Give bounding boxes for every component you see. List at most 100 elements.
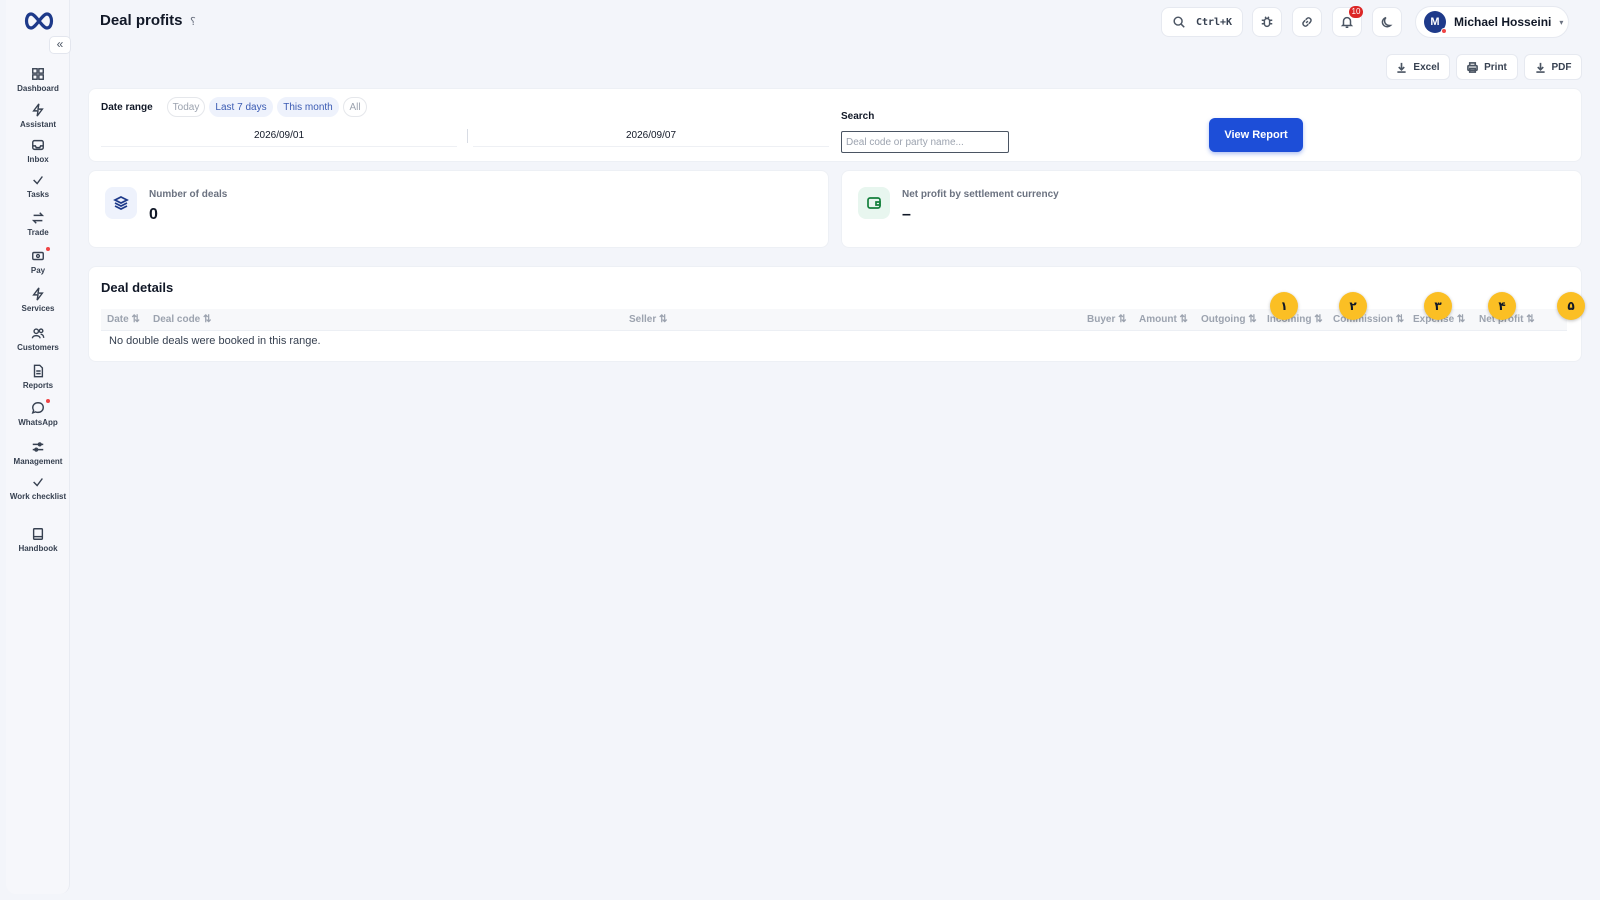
chip-all[interactable]: All: [343, 97, 367, 117]
sidebar-item-dashboard[interactable]: Dashboard: [6, 67, 70, 93]
sidebar-item-label: Reports: [22, 381, 54, 390]
step-marker-1: ١: [1270, 292, 1298, 320]
stat-card-deal-count: Number of deals 0: [88, 170, 829, 248]
search-shortcut: Ctrl+K: [1195, 16, 1233, 28]
filter-card: Date range Today Last 7 days This month …: [88, 88, 1582, 162]
column-header-seller[interactable]: Seller ⇅: [629, 314, 667, 325]
global-search-button[interactable]: Ctrl+K: [1161, 7, 1243, 37]
column-header-buyer[interactable]: Buyer ⇅: [1087, 314, 1127, 325]
download-icon: [1397, 62, 1407, 73]
column-header-date[interactable]: Date ⇅: [107, 314, 140, 325]
users-icon: [30, 326, 46, 342]
wallet-icon: [30, 247, 50, 265]
book-icon: [30, 527, 46, 543]
step-marker-5: ۵: [1557, 292, 1585, 320]
search-label: Search: [841, 111, 875, 122]
bug-report-button[interactable]: [1252, 7, 1282, 37]
search-icon: [1173, 16, 1185, 28]
date-from-input[interactable]: 2026/09/01: [101, 125, 457, 147]
sidebar-item-reports[interactable]: Reports: [6, 364, 70, 390]
sliders-icon: [30, 440, 46, 456]
chat-icon: [30, 399, 50, 417]
sidebar-item-trade[interactable]: Trade: [6, 211, 70, 237]
print-label: Print: [1484, 61, 1507, 73]
user-menu[interactable]: M Michael Hosseini ▾: [1415, 6, 1569, 38]
sidebar-item-assistant[interactable]: Assistant: [6, 103, 70, 129]
swap-icon: [30, 211, 46, 227]
user-name: Michael Hosseini: [1454, 15, 1552, 29]
check-icon: [30, 475, 46, 491]
print-button[interactable]: Print: [1456, 54, 1518, 80]
link-icon: [1302, 17, 1312, 27]
sidebar-item-label: Handbook: [18, 544, 58, 553]
sidebar-item-label: Customers: [17, 343, 59, 352]
notifications-badge: 10: [1349, 6, 1363, 18]
sidebar-item-label: Work checklist: [9, 492, 67, 501]
sidebar-item-services[interactable]: Services: [6, 287, 70, 313]
step-marker-3: ٣: [1424, 292, 1452, 320]
column-header-outgoing[interactable]: Outgoing ⇅: [1201, 314, 1257, 325]
export-pdf-label: PDF: [1551, 61, 1572, 73]
bolt-icon: [30, 287, 46, 303]
search-input[interactable]: [841, 131, 1009, 153]
export-pdf-button[interactable]: PDF: [1524, 54, 1582, 80]
sidebar-item-label: Tasks: [26, 190, 50, 199]
help-icon[interactable]: ؟: [190, 15, 196, 28]
sidebar-item-tasks[interactable]: Tasks: [6, 173, 70, 199]
export-excel-button[interactable]: Excel: [1386, 54, 1450, 80]
avatar: M: [1424, 11, 1447, 34]
sidebar-item-customers[interactable]: Customers: [6, 326, 70, 352]
sidebar-item-label: Trade: [27, 228, 49, 237]
notifications-button[interactable]: 10: [1332, 6, 1363, 37]
sidebar-item-label: Dashboard: [17, 84, 59, 93]
sidebar-item-handbook[interactable]: Handbook: [6, 527, 70, 553]
status-dot: [1441, 28, 1447, 34]
document-icon: [30, 364, 46, 380]
bug-icon: [1261, 16, 1273, 28]
infinity-logo-icon[interactable]: [22, 10, 56, 32]
date-to-input[interactable]: 2026/09/07: [473, 125, 829, 147]
sidebar-item-inbox[interactable]: Inbox: [6, 138, 70, 164]
collapse-sidebar-button[interactable]: «: [49, 36, 71, 54]
step-marker-2: ٢: [1339, 292, 1367, 320]
grid-icon: [30, 67, 46, 83]
stat-value: –: [902, 206, 911, 223]
view-report-button[interactable]: View Report: [1209, 118, 1303, 152]
chip-this-month[interactable]: This month: [277, 97, 339, 117]
sidebar-item-management[interactable]: Management: [6, 440, 70, 466]
printer-icon: [1467, 61, 1479, 73]
bolt-icon: [30, 103, 46, 119]
chip-last-7-days[interactable]: Last 7 days: [209, 97, 273, 117]
sidebar-item-label: Services: [21, 304, 55, 313]
chevron-down-icon: ▾: [1559, 17, 1564, 27]
stat-label: Net profit by settlement currency: [902, 189, 1059, 200]
dark-mode-toggle[interactable]: [1372, 7, 1402, 37]
wallet-icon: [858, 187, 890, 219]
sidebar-item-work-checklist[interactable]: Work checklist: [6, 475, 70, 501]
download-icon: [1535, 62, 1545, 73]
sidebar-item-label: WhatsApp: [18, 418, 58, 427]
sidebar-item-pay[interactable]: Pay: [6, 247, 70, 275]
inbox-icon: [30, 138, 46, 154]
pay-notification-dot: [46, 247, 50, 251]
sidebar-item-whatsapp[interactable]: WhatsApp: [6, 399, 70, 427]
moon-icon: [1381, 16, 1393, 28]
sidebar-item-label: Assistant: [19, 120, 56, 129]
column-header-deal-code[interactable]: Deal code ⇅: [153, 314, 211, 325]
link-button[interactable]: [1292, 7, 1322, 37]
sidebar-item-label: Management: [13, 457, 63, 466]
empty-state-message: No double deals were booked in this rang…: [109, 335, 321, 347]
stat-label: Number of deals: [149, 189, 228, 200]
export-excel-label: Excel: [1413, 61, 1440, 73]
page-title: Deal profits: [100, 12, 183, 29]
sidebar-item-label: Inbox: [27, 155, 49, 164]
whatsapp-notification-dot: [46, 399, 50, 403]
step-marker-4: ۴: [1488, 292, 1516, 320]
chip-today[interactable]: Today: [167, 97, 205, 117]
section-title: Deal details: [101, 280, 174, 295]
stat-value: 0: [149, 206, 158, 223]
date-separator: [467, 129, 468, 143]
sidebar-item-label: Pay: [30, 266, 46, 275]
date-range-label: Date range: [101, 102, 153, 113]
column-header-amount[interactable]: Amount ⇅: [1139, 314, 1188, 325]
